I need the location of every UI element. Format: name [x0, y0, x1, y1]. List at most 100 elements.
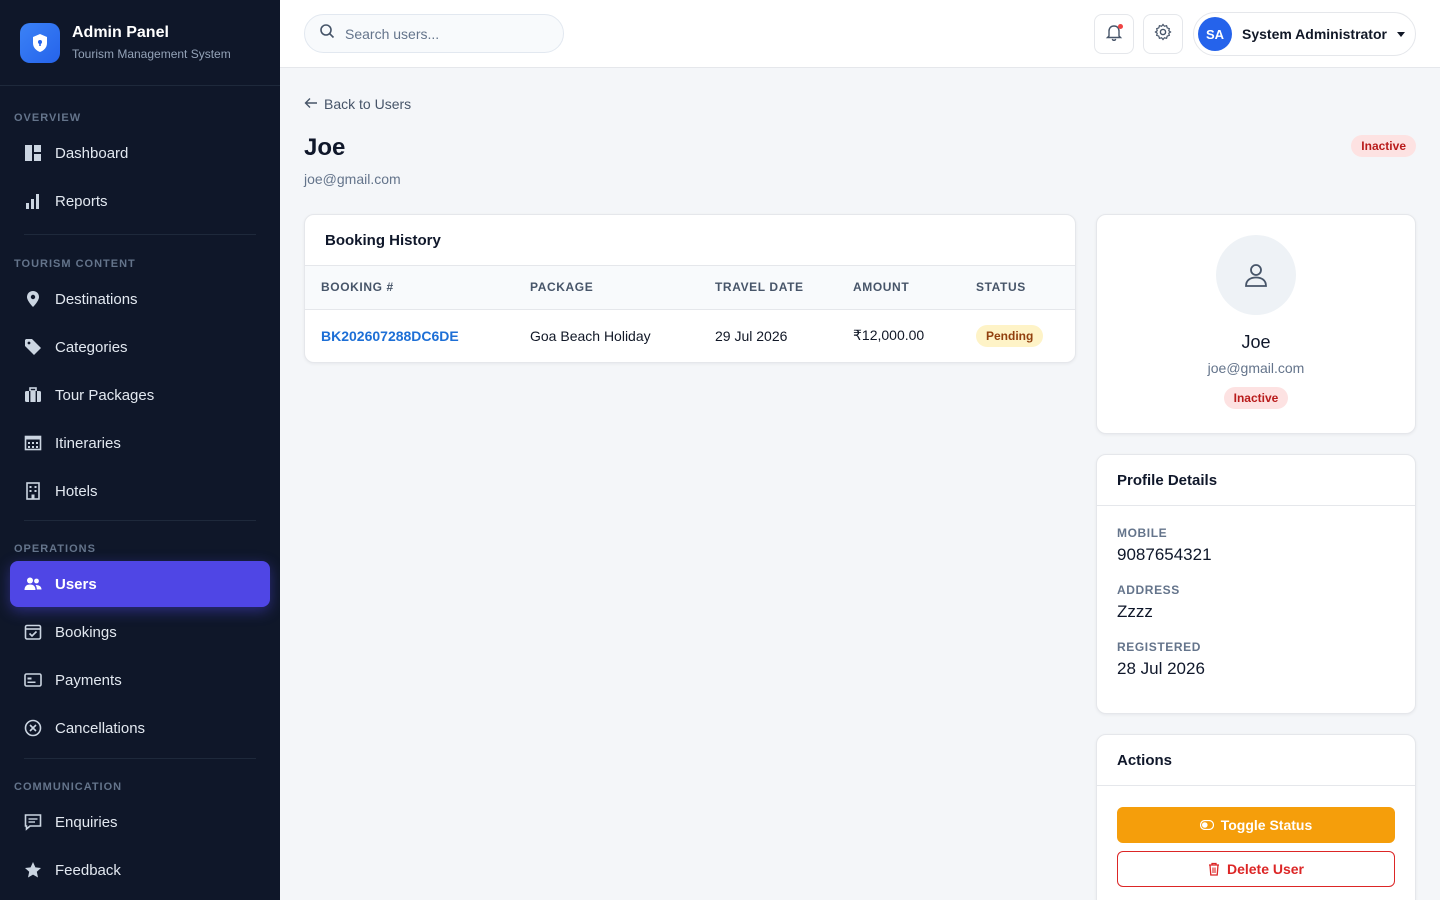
calendar-grid-icon [24, 434, 42, 452]
notification-dot [1118, 24, 1123, 29]
column-header: PACKAGE [514, 266, 699, 310]
sidebar-item-feedback[interactable]: Feedback [10, 847, 270, 893]
table-header-row: BOOKING # PACKAGE TRAVEL DATE AMOUNT STA… [305, 266, 1075, 310]
section-label-overview: OVERVIEW [14, 112, 82, 124]
brand[interactable]: Admin Panel Tourism Management System [0, 0, 280, 86]
sidebar-item-tour-packages[interactable]: Tour Packages [10, 372, 270, 418]
sidebar-item-label: Categories [55, 338, 128, 356]
card-title: Actions [1097, 735, 1415, 786]
credit-card-icon [24, 671, 42, 689]
sidebar-item-label: Enquiries [55, 813, 118, 831]
sidebar-item-cancellations[interactable]: Cancellations [10, 705, 270, 751]
sidebar-item-label: Tour Packages [55, 386, 155, 404]
delete-user-label: Delete User [1226, 861, 1305, 877]
sidebar-item-dashboard[interactable]: Dashboard [10, 130, 270, 176]
message-icon [24, 813, 42, 831]
card-title: Booking History [305, 215, 1075, 266]
page-email: joe@gmail.com [304, 171, 401, 187]
field-label: ADDRESS [1117, 583, 1180, 597]
booking-number-link[interactable]: BK202607288DC6DE [305, 309, 514, 362]
section-label-tourism-content: TOURISM CONTENT [14, 258, 136, 270]
calendar-check-icon [24, 623, 42, 641]
actions-card: Actions Toggle Status Delete User [1096, 734, 1416, 900]
sidebar-item-hotels[interactable]: Hotels [10, 468, 270, 514]
page-title: Joe [304, 134, 346, 161]
back-link[interactable]: Back to Users [304, 96, 411, 112]
status-badge: Inactive [1351, 135, 1416, 157]
column-header: AMOUNT [837, 266, 960, 310]
toggle-status-button[interactable]: Toggle Status [1117, 807, 1395, 843]
sidebar: Admin Panel Tourism Management System OV… [0, 0, 280, 900]
sidebar-item-enquiries[interactable]: Enquiries [10, 799, 270, 845]
toggle-status-label: Toggle Status [1220, 817, 1313, 833]
users-icon [24, 575, 42, 593]
sidebar-item-label: Payments [55, 671, 122, 689]
avatar: SA [1198, 17, 1232, 51]
sidebar-item-label: Hotels [55, 482, 98, 500]
trash-icon [1208, 862, 1220, 876]
settings-button[interactable] [1143, 14, 1183, 54]
column-header: STATUS [960, 266, 1075, 310]
status-badge: Pending [976, 324, 1044, 347]
field-value: Zzzz [1117, 602, 1153, 621]
field-value: 28 Jul 2026 [1117, 659, 1205, 678]
amount-cell: ₹12,000.00 [853, 327, 925, 344]
sidebar-item-itineraries[interactable]: Itineraries [10, 420, 270, 466]
profile-status: Inactive [1097, 387, 1415, 409]
user-name: System Administrator [1242, 26, 1387, 42]
section-label-communication: COMMUNICATION [14, 781, 123, 793]
field-label: MOBILE [1117, 526, 1168, 540]
brand-title: Admin Panel [72, 24, 169, 41]
booking-history-card: Booking History BOOKING # PACKAGE TRAVEL… [304, 214, 1076, 363]
profile-card: Joe joe@gmail.com Inactive [1096, 214, 1416, 434]
field-address: ADDRESS Zzzz [1097, 583, 1415, 622]
sidebar-item-label: Feedback [55, 861, 121, 879]
delete-user-button[interactable]: Delete User [1117, 851, 1395, 887]
status-cell: Pending [960, 309, 1075, 362]
sidebar-item-label: Reports [55, 192, 108, 210]
topbar: SA System Administrator [280, 0, 1440, 68]
chevron-down-icon [1396, 31, 1405, 37]
travel-date-cell: 29 Jul 2026 [715, 327, 788, 344]
x-circle-icon [24, 719, 42, 737]
sidebar-item-label: Destinations [55, 290, 138, 308]
bar-chart-icon [24, 192, 42, 210]
sidebar-item-label: Users [55, 575, 97, 593]
search-box[interactable] [304, 14, 564, 53]
notifications-button[interactable] [1094, 14, 1134, 54]
sidebar-item-label: Cancellations [55, 719, 146, 737]
search-icon [319, 23, 335, 44]
sidebar-item-reports[interactable]: Reports [10, 178, 270, 224]
column-header: BOOKING # [305, 266, 514, 310]
booking-table: BOOKING # PACKAGE TRAVEL DATE AMOUNT STA… [305, 266, 1075, 362]
field-mobile: MOBILE 9087654321 [1097, 526, 1415, 565]
tag-icon [24, 338, 42, 356]
status-badge: Inactive [1223, 387, 1289, 409]
brand-subtitle: Tourism Management System [72, 47, 231, 61]
field-value: 9087654321 [1117, 545, 1212, 564]
sidebar-item-label: Bookings [55, 623, 117, 641]
map-pin-icon [24, 290, 42, 308]
gear-icon [1154, 23, 1172, 46]
sidebar-item-payments[interactable]: Payments [10, 657, 270, 703]
status-badge-text: Inactive [1351, 135, 1416, 157]
sidebar-item-destinations[interactable]: Destinations [10, 276, 270, 322]
toggle-icon [1199, 820, 1214, 830]
section-label-operations: OPERATIONS [14, 543, 96, 555]
sidebar-item-users[interactable]: Users [10, 561, 270, 607]
search-input[interactable] [345, 25, 545, 42]
shield-logo-icon [20, 22, 60, 63]
sidebar-item-label: Dashboard [55, 144, 129, 162]
profile-email: joe@gmail.com [1207, 360, 1305, 376]
column-header: TRAVEL DATE [699, 266, 837, 310]
sidebar-item-label: Itineraries [55, 434, 121, 452]
sidebar-item-categories[interactable]: Categories [10, 324, 270, 370]
sidebar-item-bookings[interactable]: Bookings [10, 609, 270, 655]
package-cell: Goa Beach Holiday [530, 327, 651, 344]
back-link-label: Back to Users [324, 96, 412, 112]
profile-name: Joe [1241, 332, 1271, 352]
arrow-left-icon [304, 96, 318, 112]
field-registered: REGISTERED 28 Jul 2026 [1097, 640, 1415, 679]
user-menu[interactable]: SA System Administrator [1193, 12, 1416, 56]
card-title: Profile Details [1097, 455, 1415, 506]
